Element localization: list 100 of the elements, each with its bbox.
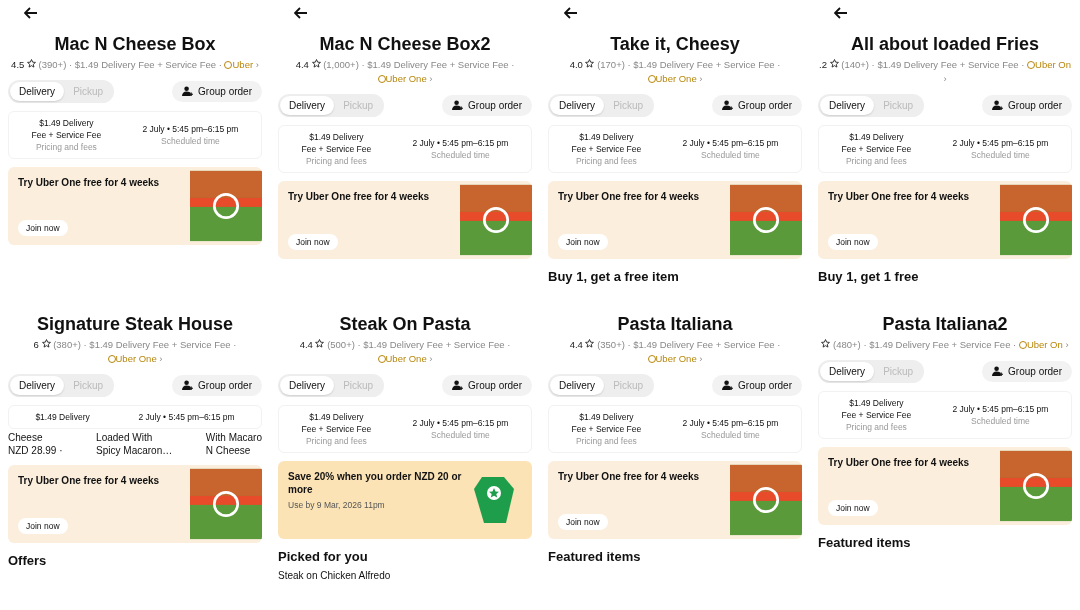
- review-count: (500+): [327, 339, 355, 350]
- mode-tab[interactable]: Delivery: [10, 82, 65, 101]
- promo-title: Try Uber One free for 4 weeks: [828, 456, 970, 469]
- fee-summary: · $1.49 Delivery Fee + Service Fee ·: [361, 59, 515, 70]
- promo-card[interactable]: Try Uber One free for 4 weeks Join now: [8, 167, 262, 245]
- uber-one-label[interactable]: Uber One: [655, 73, 697, 84]
- join-button[interactable]: Join now: [18, 518, 68, 534]
- restaurant-title: Pasta Italiana: [616, 314, 734, 335]
- uber-one-label[interactable]: Uber One: [115, 353, 157, 364]
- add-person-icon: [452, 380, 464, 391]
- section-heading: Featured items: [548, 549, 642, 564]
- group-order-button[interactable]: Group order: [982, 361, 1072, 382]
- section-heading: Buy 1, get 1 free: [818, 269, 920, 284]
- mode-tab[interactable]: Delivery: [820, 362, 875, 381]
- restaurant-title: All about loaded Fries: [850, 34, 1040, 55]
- promo-title: Try Uber One free for 4 weeks: [558, 190, 700, 203]
- rating-text: 4.4: [295, 59, 309, 70]
- chevron-icon[interactable]: ›: [255, 59, 259, 70]
- review-count: (380+): [53, 339, 81, 350]
- star-icon: [829, 59, 839, 68]
- uber-one-label[interactable]: Uber On: [1026, 339, 1063, 350]
- chevron-icon[interactable]: ›: [1065, 339, 1069, 350]
- join-button[interactable]: Join now: [558, 514, 608, 530]
- rating-text: 4.4: [299, 339, 313, 350]
- fee-summary: · $1.49 Delivery Fee + Service Fee ·: [83, 339, 237, 350]
- uber-one-label[interactable]: Uber One: [655, 353, 697, 364]
- join-button[interactable]: Join now: [288, 234, 338, 250]
- fee-text: $1.49 Delivery Fee + Service Fee: [571, 131, 642, 155]
- group-order-button[interactable]: Group order: [442, 95, 532, 116]
- add-person-icon: [182, 380, 194, 391]
- time-caption: Scheduled time: [160, 135, 221, 147]
- join-button[interactable]: Join now: [558, 234, 608, 250]
- section-heading: Buy 1, get a free item: [548, 269, 680, 284]
- add-person-icon: [452, 100, 464, 111]
- add-person-icon: [182, 86, 194, 97]
- join-button[interactable]: Join now: [828, 234, 878, 250]
- fee-text: $1.49 Delivery Fee + Service Fee: [841, 131, 912, 155]
- time-text: 2 July • 5:45 pm–6:15 pm: [412, 417, 509, 429]
- chevron-icon[interactable]: ›: [429, 353, 433, 364]
- back-icon[interactable]: [294, 7, 308, 19]
- group-order-button[interactable]: Group order: [982, 95, 1072, 116]
- star-icon: [585, 339, 595, 348]
- menu-item-text[interactable]: Loaded With Spicy Macaron…: [96, 431, 173, 457]
- fee-text: $1.49 Delivery Fee + Service Fee: [301, 411, 372, 435]
- fee-summary: · $1.49 Delivery Fee + Service Fee ·: [863, 339, 1017, 350]
- back-icon[interactable]: [564, 7, 578, 19]
- add-person-icon: [722, 100, 734, 111]
- star-icon: [585, 59, 595, 68]
- uber-one-label[interactable]: Uber On: [1035, 59, 1071, 70]
- add-person-icon: [992, 366, 1004, 377]
- join-button[interactable]: Join now: [18, 220, 68, 236]
- chevron-icon[interactable]: ›: [943, 73, 947, 84]
- menu-item-text[interactable]: Cheese NZD 28.99 ·: [8, 431, 63, 457]
- time-text: 2 July • 5:45 pm–6:15 pm: [682, 417, 779, 429]
- group-order-button[interactable]: Group order: [172, 375, 262, 396]
- uber-one-label[interactable]: Uber One: [385, 73, 427, 84]
- rating-text: 4.4: [569, 339, 583, 350]
- time-caption: Scheduled time: [970, 415, 1031, 427]
- promo-card[interactable]: Try Uber One free for 4 weeks Join now: [548, 181, 802, 259]
- rating-text: 4.0: [569, 59, 583, 70]
- back-icon[interactable]: [834, 7, 848, 19]
- mode-tab[interactable]: Delivery: [10, 376, 65, 395]
- fee-summary: · $1.49 Delivery Fee + Service Fee ·: [627, 339, 781, 350]
- fee-text: $1.49 Delivery Fee + Service Fee: [571, 411, 642, 435]
- restaurant-title: Mac N Cheese Box: [53, 34, 217, 55]
- uber-one-label[interactable]: Uber One: [385, 353, 427, 364]
- chevron-icon[interactable]: ›: [699, 353, 703, 364]
- uber-one-label[interactable]: Uber: [232, 59, 254, 70]
- mode-tab[interactable]: Delivery: [550, 96, 605, 115]
- group-order-button[interactable]: Group order: [712, 95, 802, 116]
- star-icon: [315, 339, 325, 348]
- promo-title: Try Uber One free for 4 weeks: [828, 190, 970, 203]
- chevron-icon[interactable]: ›: [429, 73, 433, 84]
- restaurant-title: Steak On Pasta: [338, 314, 472, 335]
- group-order-button[interactable]: Group order: [712, 375, 802, 396]
- menu-item-text[interactable]: With Macaro N Cheese: [205, 431, 262, 457]
- mode-tab[interactable]: Delivery: [550, 376, 605, 395]
- chevron-icon[interactable]: ›: [699, 73, 703, 84]
- group-order-button[interactable]: Group order: [172, 81, 262, 102]
- back-icon[interactable]: [24, 7, 38, 19]
- chevron-icon[interactable]: ›: [159, 353, 163, 364]
- section-heading: Picked for you: [278, 549, 369, 564]
- mode-tab[interactable]: Delivery: [280, 376, 335, 395]
- promo-title: Try Uber One free for 4 weeks: [288, 190, 430, 203]
- review-count: (480+): [833, 339, 861, 350]
- mode-tab[interactable]: Delivery: [820, 96, 875, 115]
- review-count: (170+): [597, 59, 625, 70]
- promo-card[interactable]: Try Uber One free for 4 weeks Join now: [548, 461, 802, 539]
- join-button[interactable]: Join now: [828, 500, 878, 516]
- rating-text: 4.5: [11, 59, 25, 70]
- group-order-button[interactable]: Group order: [442, 375, 532, 396]
- promo-card[interactable]: Try Uber One free for 4 weeks Join now: [8, 465, 262, 543]
- promo-card[interactable]: Try Uber One free for 4 weeks Join now: [278, 181, 532, 259]
- menu-item-name[interactable]: Steak on Chicken Alfredo: [278, 570, 532, 581]
- time-text: 2 July • 5:45 pm–6:15 pm: [142, 123, 239, 135]
- promo-card[interactable]: Try Uber One free for 4 weeks Join now: [818, 447, 1072, 525]
- star-icon: [821, 339, 831, 348]
- mode-tab[interactable]: Delivery: [280, 96, 335, 115]
- promo-card[interactable]: Save 20% when you order NZD 20 or more Use by 9 Mar, 2026 11pm: [278, 461, 532, 539]
- promo-card[interactable]: Try Uber One free for 4 weeks Join now: [818, 181, 1072, 259]
